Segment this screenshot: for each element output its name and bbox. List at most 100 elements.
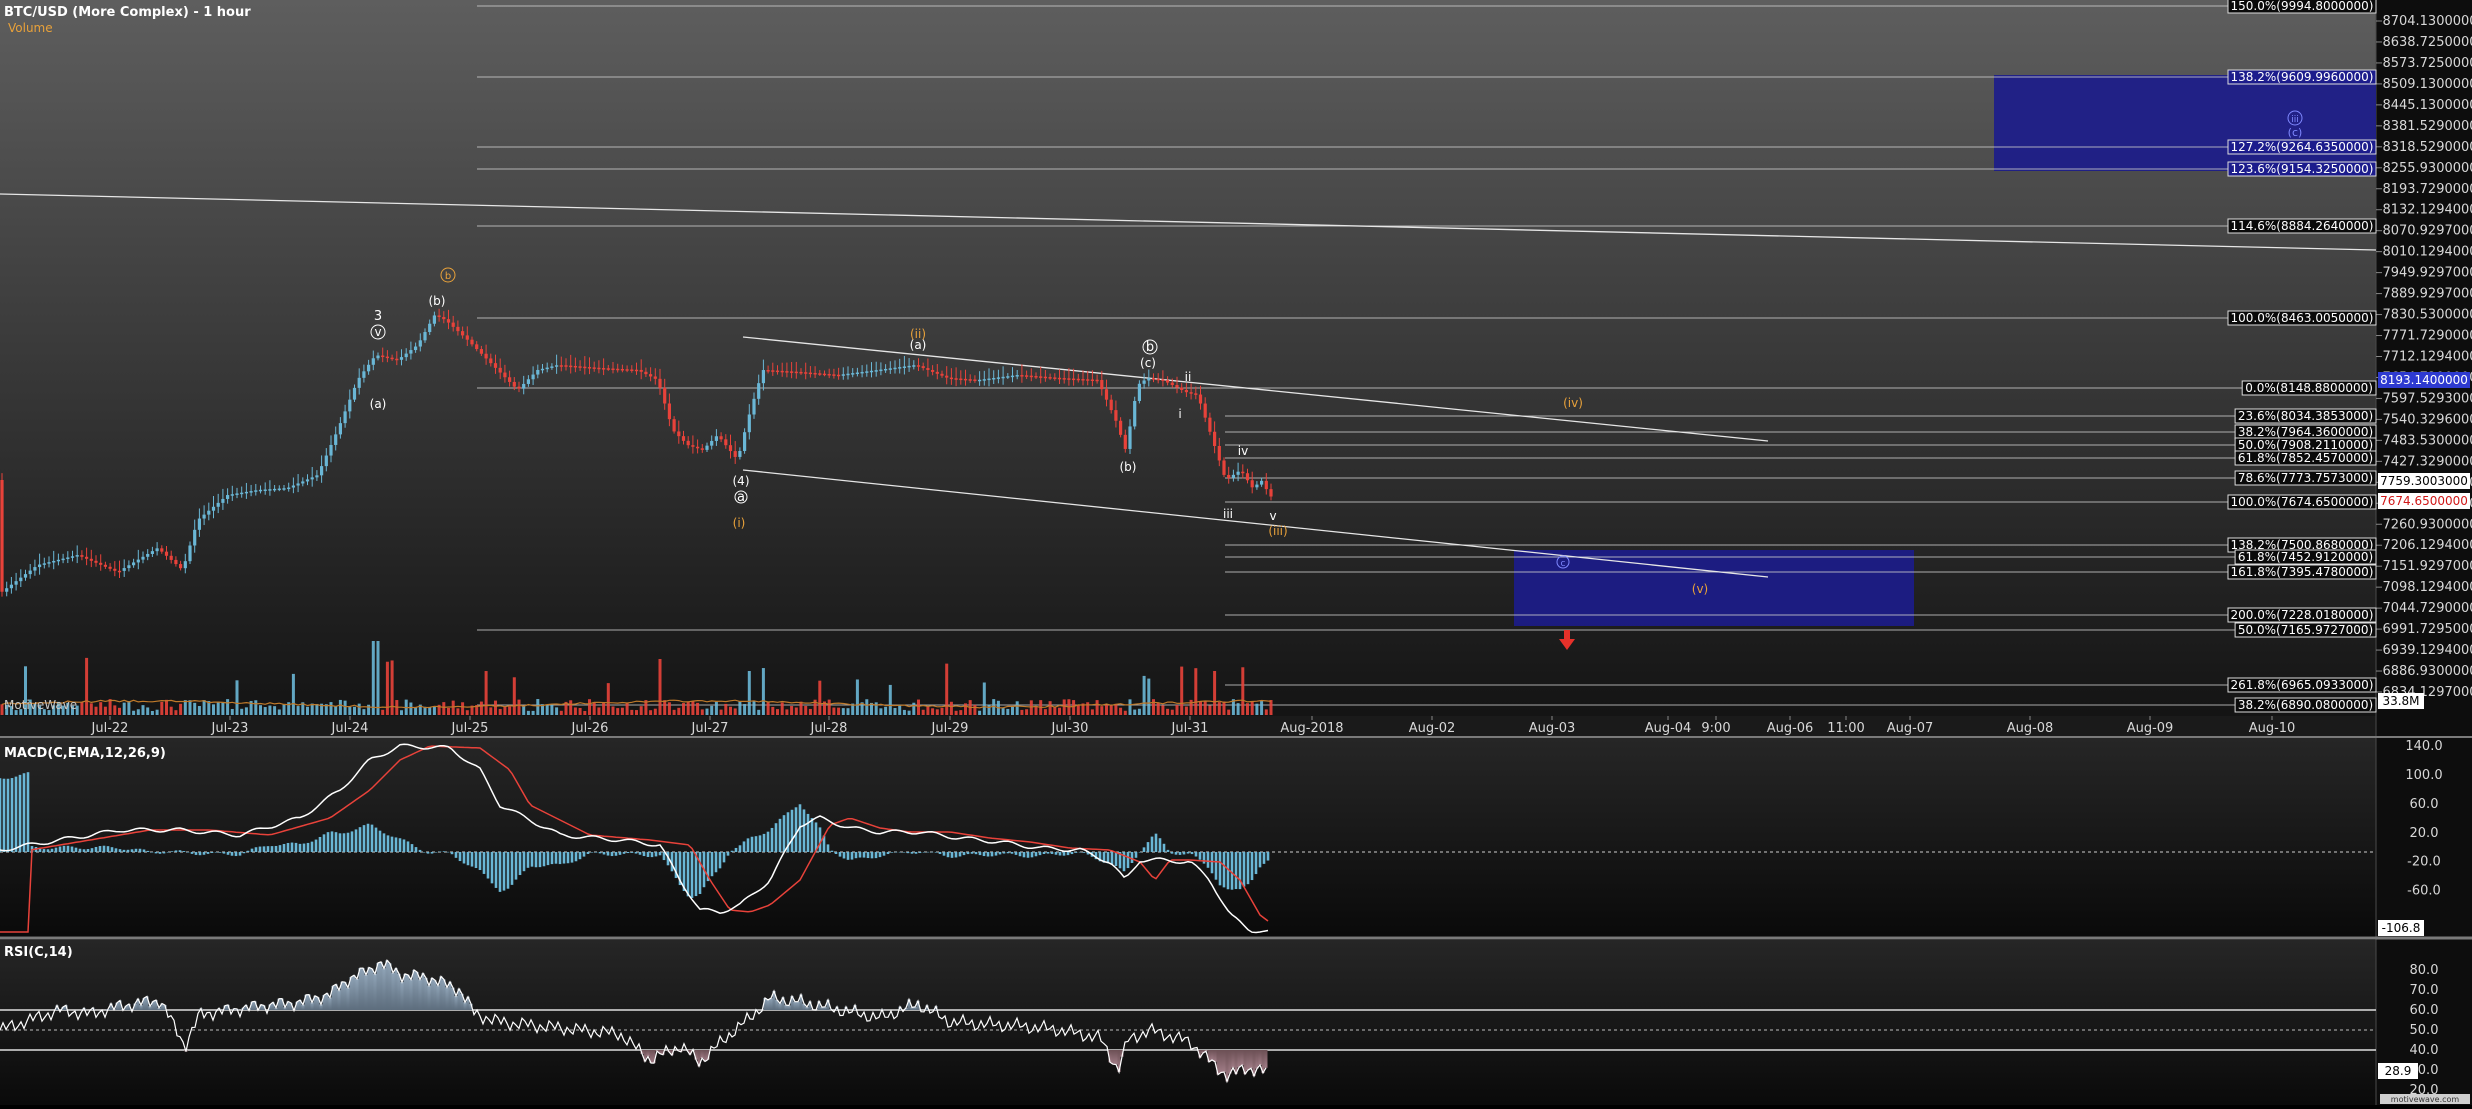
macd-histogram-bar bbox=[323, 834, 326, 852]
candle-body bbox=[926, 368, 929, 370]
macd-histogram-bar bbox=[347, 833, 350, 852]
rsi-overbought-fill bbox=[347, 988, 350, 1010]
candle-body bbox=[541, 369, 544, 371]
macd-histogram-bar bbox=[123, 850, 126, 852]
time-tick-label: Jul-26 bbox=[571, 721, 609, 736]
macd-histogram-bar bbox=[431, 852, 434, 854]
candle-body bbox=[682, 436, 685, 441]
candle-body bbox=[997, 377, 1000, 379]
time-tick-label: Aug-08 bbox=[2007, 721, 2054, 736]
candle-body bbox=[785, 371, 788, 373]
time-tick-label: Jul-22 bbox=[91, 721, 129, 736]
fib-label: 114.6%(8884.2640000) bbox=[2231, 219, 2374, 233]
volume-bar bbox=[203, 700, 206, 715]
rsi-panel[interactable] bbox=[0, 940, 2376, 1105]
candle-body bbox=[109, 567, 112, 569]
macd-histogram-bar bbox=[147, 851, 150, 852]
candle-body bbox=[212, 507, 215, 511]
fib-label: 200.0%(7228.0180000) bbox=[2231, 608, 2374, 622]
macd-histogram-bar bbox=[1247, 852, 1250, 884]
candle-body bbox=[245, 492, 248, 494]
svg-text:motivewave.com: motivewave.com bbox=[2391, 1095, 2460, 1104]
volume-bar bbox=[1227, 710, 1230, 715]
candle-body bbox=[282, 488, 285, 490]
volume-bar bbox=[353, 707, 356, 715]
candle-body bbox=[329, 445, 332, 456]
svg-text:b: b bbox=[1146, 340, 1154, 355]
candle-body bbox=[734, 451, 737, 457]
candle-body bbox=[353, 388, 356, 400]
macd-histogram-bar bbox=[1059, 852, 1062, 855]
macd-histogram-bar bbox=[1047, 852, 1050, 854]
candle-body bbox=[781, 371, 784, 373]
candle-body bbox=[1053, 377, 1056, 379]
candle-body bbox=[127, 565, 130, 568]
macd-histogram-bar bbox=[979, 852, 982, 855]
volume-bar bbox=[362, 709, 365, 715]
macd-histogram-bar bbox=[155, 852, 158, 853]
candle-body bbox=[945, 376, 948, 378]
wave-label-ii: ii bbox=[1185, 370, 1192, 384]
time-tick-label: Jul-24 bbox=[331, 721, 369, 736]
svg-text:7674.6500000: 7674.6500000 bbox=[2380, 494, 2468, 508]
candle-body bbox=[113, 569, 116, 571]
candle-body bbox=[536, 370, 539, 375]
macd-histogram-bar bbox=[351, 831, 354, 852]
candle-body bbox=[400, 357, 403, 360]
candle-body bbox=[235, 493, 238, 495]
candle-body bbox=[564, 365, 567, 367]
candle-body bbox=[386, 357, 389, 359]
candle-body bbox=[405, 354, 408, 358]
candle-body bbox=[217, 503, 220, 507]
macd-histogram-bar bbox=[107, 846, 110, 852]
candle-body bbox=[391, 358, 394, 360]
candle-body bbox=[132, 562, 135, 565]
macd-histogram-bar bbox=[587, 852, 590, 854]
macd-histogram-bar bbox=[615, 852, 618, 856]
volume-bar bbox=[1096, 700, 1099, 715]
macd-histogram-bar bbox=[1043, 852, 1046, 854]
candle-body bbox=[771, 370, 774, 372]
macd-histogram-bar bbox=[27, 772, 30, 852]
macd-histogram-bar bbox=[1215, 852, 1218, 880]
macd-histogram-bar bbox=[87, 849, 90, 852]
macd-histogram-bar bbox=[539, 852, 542, 867]
price-tick-label: 6886.9300000 bbox=[2382, 664, 2472, 679]
volume-bar bbox=[955, 711, 958, 715]
macd-histogram-bar bbox=[467, 852, 470, 865]
macd-histogram-bar bbox=[23, 773, 26, 852]
macd-histogram-bar bbox=[291, 843, 294, 852]
volume-label: Volume bbox=[8, 21, 53, 35]
macd-histogram-bar bbox=[803, 809, 806, 852]
volume-bar bbox=[1114, 704, 1117, 715]
rsi-overbought-fill bbox=[443, 980, 446, 1010]
volume-bar bbox=[682, 703, 685, 715]
macd-histogram-bar bbox=[1023, 852, 1026, 857]
price-tick-label: 8193.7290000 bbox=[2382, 182, 2472, 197]
price-tick-label: 8638.7250000 bbox=[2382, 35, 2472, 50]
candle-body bbox=[588, 367, 591, 369]
time-tick-label: Jul-28 bbox=[810, 721, 848, 736]
wave-label-i: i bbox=[1178, 407, 1181, 421]
volume-bar bbox=[1246, 703, 1249, 715]
rsi-tick-label: 80.0 bbox=[2410, 963, 2439, 978]
macd-histogram-bar bbox=[111, 847, 114, 852]
macd-histogram-bar bbox=[643, 852, 646, 856]
candle-body bbox=[320, 466, 323, 475]
macd-histogram-bar bbox=[1011, 852, 1014, 854]
macd-histogram-bar bbox=[215, 852, 218, 853]
candle-body bbox=[1034, 376, 1037, 378]
macd-histogram-bar bbox=[635, 852, 638, 854]
candle-body bbox=[146, 554, 149, 557]
svg-text:8193.1400000: 8193.1400000 bbox=[2380, 373, 2468, 387]
macd-histogram-bar bbox=[655, 852, 658, 856]
price-tick-label: 8704.1300000 bbox=[2382, 14, 2472, 29]
macd-histogram-bar bbox=[75, 848, 78, 852]
macd-histogram-bar bbox=[1191, 852, 1194, 854]
macd-histogram-bar bbox=[1183, 852, 1186, 854]
candle-body bbox=[287, 488, 290, 490]
volume-bar bbox=[988, 705, 991, 715]
volume-bar bbox=[273, 706, 276, 715]
candle-body bbox=[297, 483, 300, 485]
rsi-overbought-fill bbox=[425, 978, 428, 1010]
